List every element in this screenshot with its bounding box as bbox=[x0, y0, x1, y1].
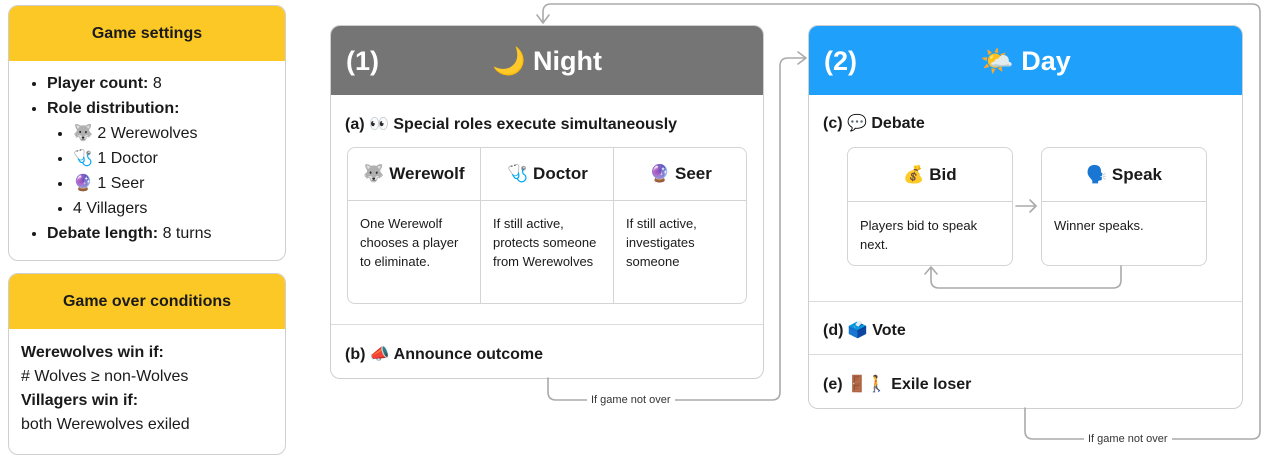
werewolves-win-label: Werewolves win if: bbox=[21, 344, 164, 361]
villagers-win-condition: both Werewolves exiled bbox=[21, 416, 190, 433]
day-title: 🌤️ Day bbox=[980, 46, 1071, 76]
role-seer: 🔮 1 Seer bbox=[73, 171, 285, 196]
seer-column: 🔮 Seer If still active, investigates som… bbox=[613, 148, 746, 303]
debate-length-value: 8 turns bbox=[162, 225, 212, 242]
player-count-item: Player count: 8 bbox=[47, 71, 285, 96]
role-werewolves: 🐺 2 Werewolves bbox=[73, 121, 285, 146]
werewolves-win-condition: # Wolves ≥ non-Wolves bbox=[21, 368, 189, 385]
werewolf-role-desc: One Werewolf chooses a player to elimina… bbox=[360, 216, 459, 269]
bid-card: 💰 Bid Players bid to speak next. bbox=[847, 147, 1013, 266]
night-phase-box: (1) 🌙 Night (a) 👀 Special roles execute … bbox=[330, 25, 764, 379]
step-c-title: (c) 💬 Debate bbox=[823, 115, 925, 132]
speak-card: 🗣️ Speak Winner speaks. bbox=[1041, 147, 1207, 266]
day-divider-1 bbox=[809, 301, 1242, 302]
doctor-column: 🩺 Doctor If still active, protects someo… bbox=[480, 148, 614, 303]
debate-length-item: Debate length: 8 turns bbox=[47, 221, 285, 246]
debate-length-label: Debate length: bbox=[47, 225, 159, 242]
seer-role-desc: If still active, investigates someone bbox=[626, 216, 697, 269]
special-roles-table: 🐺 Werewolf One Werewolf chooses a player… bbox=[347, 147, 747, 304]
step-d-title: (d) 🗳️ Vote bbox=[823, 322, 906, 339]
step-b-title: (b) 📣 Announce outcome bbox=[345, 346, 543, 363]
day-divider-2 bbox=[809, 354, 1242, 355]
role-distribution-list: 🐺 2 Werewolves 🩺 1 Doctor 🔮 1 Seer 4 Vil… bbox=[47, 121, 285, 221]
role-doctor: 🩺 1 Doctor bbox=[73, 146, 285, 171]
role-villagers: 4 Villagers bbox=[73, 196, 285, 221]
night-to-day-arrowhead bbox=[797, 51, 807, 65]
villagers-win-label: Villagers win if: bbox=[21, 392, 139, 409]
player-count-value: 8 bbox=[152, 75, 162, 92]
speak-desc: Winner speaks. bbox=[1054, 218, 1144, 233]
game-over-panel: Game over conditions Werewolves win if: … bbox=[8, 273, 286, 455]
bid-desc: Players bid to speak next. bbox=[860, 218, 978, 252]
seer-role-name: 🔮 Seer bbox=[614, 148, 746, 201]
player-count-label: Player count: bbox=[47, 75, 149, 92]
game-over-title: Game over conditions bbox=[9, 274, 285, 329]
day-to-night-arrowhead bbox=[536, 14, 550, 24]
doctor-role-name: 🩺 Doctor bbox=[481, 148, 614, 201]
doctor-role-desc: If still active, protects someone from W… bbox=[493, 216, 597, 269]
speak-title: 🗣️ Speak bbox=[1042, 148, 1206, 202]
settings-list: Player count: 8 Role distribution: 🐺 2 W… bbox=[9, 71, 285, 246]
night-title: 🌙 Night bbox=[491, 46, 603, 76]
day-phase-box: (2) 🌤️ Day (c) 💬 Debate 💰 Bid Players bi… bbox=[808, 25, 1243, 409]
werewolf-column: 🐺 Werewolf One Werewolf chooses a player… bbox=[348, 148, 480, 303]
step-e-title: (e) 🚪🚶 Exile loser bbox=[823, 376, 972, 393]
step-a-title: (a) 👀 Special roles execute simultaneous… bbox=[345, 116, 678, 133]
werewolf-role-name: 🐺 Werewolf bbox=[348, 148, 480, 201]
role-distribution-item: Role distribution: 🐺 2 Werewolves 🩺 1 Do… bbox=[47, 96, 285, 221]
day-header: (2) 🌤️ Day bbox=[809, 26, 1242, 95]
bid-title: 💰 Bid bbox=[848, 148, 1012, 202]
game-settings-title: Game settings bbox=[9, 6, 285, 61]
day-to-night-label: If game not over bbox=[1084, 433, 1172, 445]
night-to-day-label: If game not over bbox=[587, 394, 675, 406]
night-divider bbox=[331, 324, 763, 325]
role-distribution-label: Role distribution: bbox=[47, 100, 180, 117]
game-settings-panel: Game settings Player count: 8 Role distr… bbox=[8, 5, 286, 261]
night-header: (1) 🌙 Night bbox=[331, 26, 763, 95]
